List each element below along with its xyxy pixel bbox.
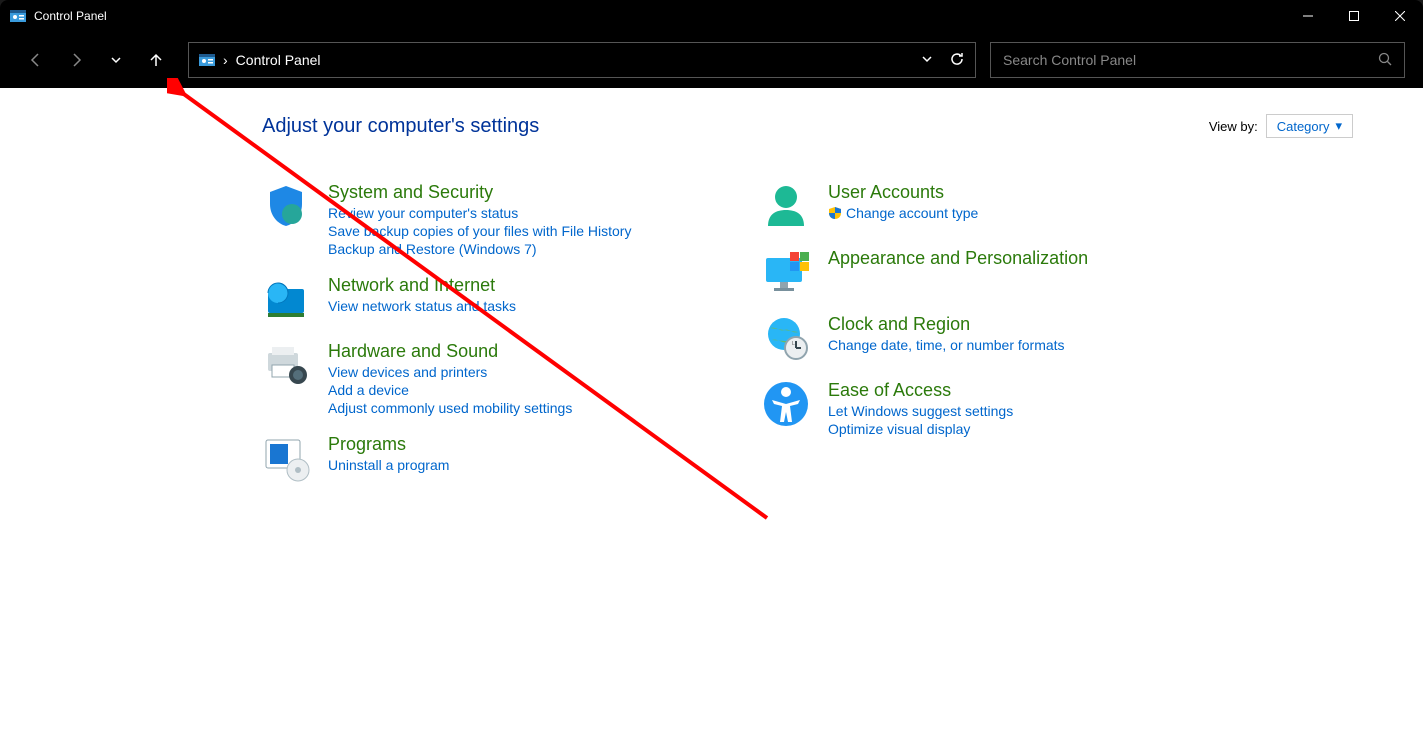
- back-button[interactable]: [18, 42, 54, 78]
- category-system-security: System and Security Review your computer…: [262, 182, 682, 257]
- programs-disc-icon: [262, 434, 310, 482]
- recent-dropdown[interactable]: [98, 42, 134, 78]
- category-sublink[interactable]: View devices and printers: [328, 364, 572, 380]
- category-appearance-personalization: Appearance and Personalization: [762, 248, 1182, 296]
- maximize-button[interactable]: [1331, 0, 1377, 32]
- chevron-down-icon: ▾: [1335, 118, 1342, 134]
- category-network-internet: Network and Internet View network status…: [262, 275, 682, 323]
- category-sublink[interactable]: Uninstall a program: [328, 457, 449, 473]
- breadcrumb[interactable]: Control Panel: [236, 52, 321, 68]
- up-button[interactable]: [138, 42, 174, 78]
- forward-button[interactable]: [58, 42, 94, 78]
- view-by: View by: Category ▾: [1209, 114, 1353, 138]
- titlebar: Control Panel: [0, 0, 1423, 32]
- category-sublink[interactable]: Review your computer's status: [328, 205, 631, 221]
- viewby-value: Category: [1277, 119, 1330, 134]
- category-sublink[interactable]: Backup and Restore (Windows 7): [328, 241, 631, 257]
- category-ease-of-access: Ease of Access Let Windows suggest setti…: [762, 380, 1182, 437]
- globe-monitor-icon: [262, 275, 310, 323]
- address-bar[interactable]: › Control Panel: [188, 42, 976, 78]
- category-link[interactable]: Ease of Access: [828, 380, 1013, 401]
- monitor-tiles-icon: [762, 248, 810, 296]
- user-icon: [762, 182, 810, 230]
- content-area: Adjust your computer's settings View by:…: [0, 88, 1423, 754]
- category-column-left: System and Security Review your computer…: [262, 182, 682, 482]
- category-link[interactable]: Appearance and Personalization: [828, 248, 1088, 269]
- control-panel-icon: [199, 52, 215, 68]
- category-programs: Programs Uninstall a program: [262, 434, 682, 482]
- accessibility-icon: [762, 380, 810, 428]
- control-panel-window: Control Panel › Control Panel: [0, 0, 1423, 754]
- search-input[interactable]: [1003, 52, 1378, 68]
- globe-clock-icon: L: [762, 314, 810, 362]
- category-sublink[interactable]: Change account type: [828, 205, 978, 221]
- uac-shield-icon: [828, 206, 842, 220]
- minimize-button[interactable]: [1285, 0, 1331, 32]
- window-title: Control Panel: [34, 9, 107, 23]
- navbar: › Control Panel: [0, 32, 1423, 88]
- category-column-right: User Accounts Change account type Appear…: [762, 182, 1182, 482]
- category-sublink[interactable]: Change date, time, or number formats: [828, 337, 1065, 353]
- category-clock-region: L Clock and Region Change date, time, or…: [762, 314, 1182, 362]
- category-sublink[interactable]: Save backup copies of your files with Fi…: [328, 223, 631, 239]
- category-link[interactable]: Clock and Region: [828, 314, 1065, 335]
- category-link[interactable]: User Accounts: [828, 182, 978, 203]
- category-sublink[interactable]: Let Windows suggest settings: [828, 403, 1013, 419]
- category-sublink[interactable]: Adjust commonly used mobility settings: [328, 400, 572, 416]
- address-dropdown[interactable]: [921, 52, 933, 68]
- category-sublink[interactable]: Optimize visual display: [828, 421, 1013, 437]
- close-button[interactable]: [1377, 0, 1423, 32]
- category-link[interactable]: System and Security: [328, 182, 631, 203]
- category-link[interactable]: Programs: [328, 434, 449, 455]
- category-link[interactable]: Hardware and Sound: [328, 341, 572, 362]
- chevron-right-icon: ›: [223, 52, 228, 68]
- svg-text:L: L: [792, 341, 795, 347]
- printer-camera-icon: [262, 341, 310, 389]
- category-hardware-sound: Hardware and Sound View devices and prin…: [262, 341, 682, 416]
- category-sublink[interactable]: Add a device: [328, 382, 572, 398]
- page-title: Adjust your computer's settings: [262, 115, 539, 138]
- category-user-accounts: User Accounts Change account type: [762, 182, 1182, 230]
- control-panel-icon: [10, 8, 26, 24]
- category-sublink[interactable]: View network status and tasks: [328, 298, 516, 314]
- viewby-dropdown[interactable]: Category ▾: [1266, 114, 1353, 138]
- viewby-label: View by:: [1209, 119, 1258, 134]
- search-icon: [1378, 52, 1392, 69]
- search-box[interactable]: [990, 42, 1405, 78]
- category-link[interactable]: Network and Internet: [328, 275, 516, 296]
- refresh-button[interactable]: [949, 51, 965, 70]
- shield-icon: [262, 182, 310, 230]
